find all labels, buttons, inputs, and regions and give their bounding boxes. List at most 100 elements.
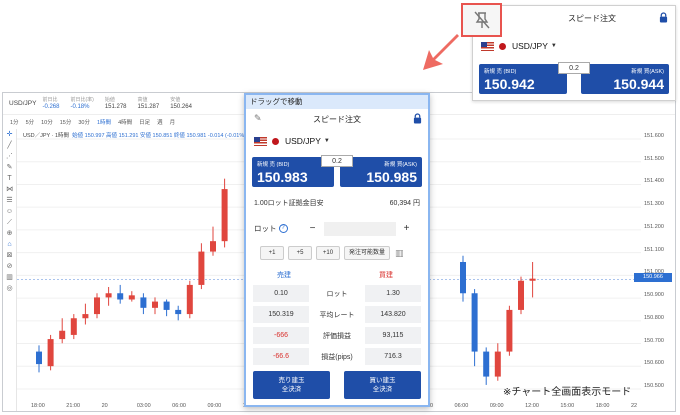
panel-header: ✎ スピード注文: [246, 109, 428, 129]
trash-icon[interactable]: ▥: [6, 272, 13, 283]
buy-position-header: 買建: [379, 272, 393, 279]
timeframe-9[interactable]: 月: [170, 118, 176, 126]
chart-symbol[interactable]: USD/JPY: [3, 100, 42, 107]
timeframe-5[interactable]: 1時間: [97, 118, 111, 126]
timeframe-2[interactable]: 10分: [41, 118, 53, 126]
us-flag-icon: [254, 136, 267, 146]
lock-draw-icon[interactable]: ⊠: [7, 250, 13, 261]
lot-decrease-button[interactable]: −: [306, 222, 320, 236]
buy-position-value: 1.30: [365, 285, 421, 302]
position-row-label: 平均レート: [319, 311, 355, 319]
dock-ask-price: 150.944: [613, 76, 664, 92]
pair-label: USD/JPY: [285, 136, 321, 146]
dock-buy-ask-button[interactable]: 新規 買(ASK) 150.944: [581, 64, 669, 94]
clear-trash-icon[interactable]: ▥: [395, 248, 404, 259]
line-icon[interactable]: ╱: [7, 140, 11, 151]
drawing-toolbar: ✛ ╱ ⋰ ✎ T ⋈ ☰ ☺ ⟋ ⊕ ⌂ ⊠ ⊘ ▥ ◎: [3, 129, 17, 411]
lot-increase-button[interactable]: +: [400, 222, 414, 236]
help-icon[interactable]: ?: [278, 224, 288, 233]
timeframe-0[interactable]: 1分: [10, 118, 19, 126]
dock-lock-icon[interactable]: [659, 12, 668, 23]
x-tick-label: 18:00: [31, 403, 45, 409]
quote-change-rate: 前日比(率) -0.18%: [70, 96, 94, 110]
unpin-icon: [474, 11, 490, 29]
pattern-icon[interactable]: ⋈: [6, 184, 13, 195]
quote-high: 高値 151.287: [137, 96, 160, 110]
candle-body: [70, 318, 77, 335]
lot-input[interactable]: [323, 221, 396, 236]
margin-estimate: 1.00ロット証拠金目安 60,394 円: [246, 198, 428, 208]
price-axis: 151.600 151.500 151.400 151.300 151.200 151.1…: [641, 129, 675, 399]
close-all-row: 売り建玉 全決済 買い建玉 全決済: [253, 371, 421, 399]
close-all-buy-button[interactable]: 買い建玉 全決済: [344, 371, 421, 399]
fib-icon[interactable]: ⋰: [6, 151, 13, 162]
timeframe-8[interactable]: 週: [157, 118, 163, 126]
candle-body: [105, 293, 112, 298]
docked-speed-order-panel: スピード注文 USD/JPY ▼ 新規 売 (BID) 150.942 0.2 …: [472, 5, 676, 101]
y-tick-label: 151.600: [644, 133, 664, 139]
ruler-icon[interactable]: ⟋: [7, 217, 12, 228]
close-all-sell-button[interactable]: 売り建玉 全決済: [253, 371, 330, 399]
position-row-label: 評価損益: [323, 332, 351, 340]
close-buy-line1: 買い建玉: [369, 377, 396, 384]
pair-selector[interactable]: USD/JPY ▼: [246, 131, 428, 151]
magnet-icon[interactable]: ⌂: [7, 239, 11, 250]
fullscreen-caption: ※チャート全画面表示モード: [503, 387, 632, 398]
arrow-icon: [423, 34, 459, 70]
dock-sell-bid-button[interactable]: 新規 売 (BID) 150.942: [479, 64, 567, 94]
y-tick-label: 150.500: [644, 383, 664, 389]
zoom-icon[interactable]: ⊕: [7, 228, 13, 239]
bid-ask-row: 新規 売 (BID) 150.983 0.2 新規 買(ASK) 150.985: [252, 155, 422, 187]
lock-icon[interactable]: [413, 113, 422, 124]
quote-low: 安値 150.264: [170, 96, 192, 110]
candle-body: [59, 330, 66, 340]
candle-body: [198, 251, 205, 285]
timeframe-1[interactable]: 5分: [26, 118, 35, 126]
dock-pair-selector[interactable]: USD/JPY ▼: [473, 36, 557, 56]
qty-plus-1-button[interactable]: +1: [260, 246, 284, 260]
position-row-label: ロット: [326, 290, 348, 298]
settings-icon[interactable]: ◎: [6, 283, 12, 294]
timeframe-bar: 1分 5分 10分 15分 30分 1時間 4時間 日足週月: [3, 115, 175, 129]
candle-body: [140, 297, 147, 308]
close-sell-line2: 全決済: [281, 386, 302, 393]
text-icon[interactable]: T: [7, 173, 11, 184]
measure-icon[interactable]: ☰: [6, 195, 12, 206]
jp-flag-icon: [272, 137, 279, 145]
lot-row: ロット ? − +: [246, 221, 428, 236]
qty-plus-10-button[interactable]: +10: [316, 246, 340, 260]
y-tick-label: 150.600: [644, 360, 664, 367]
timeframe-3[interactable]: 15分: [60, 118, 72, 126]
dock-jp-flag-icon: [499, 42, 506, 50]
crosshair-icon[interactable]: ✛: [7, 129, 13, 140]
timeframe-6[interactable]: 4時間: [118, 118, 132, 126]
x-tick-label: 21:00: [66, 403, 81, 409]
current-price-tag: 150.966: [634, 273, 672, 282]
y-tick-label: 150.700: [644, 337, 664, 344]
qty-plus-5-button[interactable]: +5: [288, 246, 312, 260]
chevron-down-icon: ▼: [323, 138, 330, 144]
candle-body: [186, 284, 193, 315]
drag-handle[interactable]: ドラッグで移動: [246, 95, 428, 109]
emoji-icon[interactable]: ☺: [6, 206, 13, 217]
position-row: -66.6 損益(pips) 716.3: [253, 348, 421, 365]
y-tick-label: 151.300: [644, 201, 664, 208]
position-row: 0.10 ロット 1.30: [253, 285, 421, 302]
hide-icon[interactable]: ⊘: [7, 261, 13, 272]
timeframe-4[interactable]: 30分: [78, 118, 90, 126]
quote-open: 始値 151.278: [104, 96, 127, 110]
dock-us-flag-icon: [481, 41, 494, 51]
x-tick-label: 06:00: [454, 403, 469, 409]
x-tick-label: 03:00: [136, 403, 151, 409]
timeframe-7[interactable]: 日足: [139, 118, 150, 126]
brush-icon[interactable]: ✎: [7, 162, 13, 173]
candle-body: [36, 351, 42, 365]
candle-body: [221, 189, 228, 242]
candle-body: [82, 314, 89, 319]
lot-stepper: − +: [306, 221, 414, 236]
unpin-highlight[interactable]: [461, 3, 502, 37]
dock-bid-label: 新規 売 (BID): [484, 69, 517, 75]
position-row: -666 評価損益 93,115: [253, 327, 421, 344]
x-tick-label: 06:00: [172, 403, 186, 409]
max-qty-button[interactable]: 発注可能数量: [344, 246, 390, 260]
